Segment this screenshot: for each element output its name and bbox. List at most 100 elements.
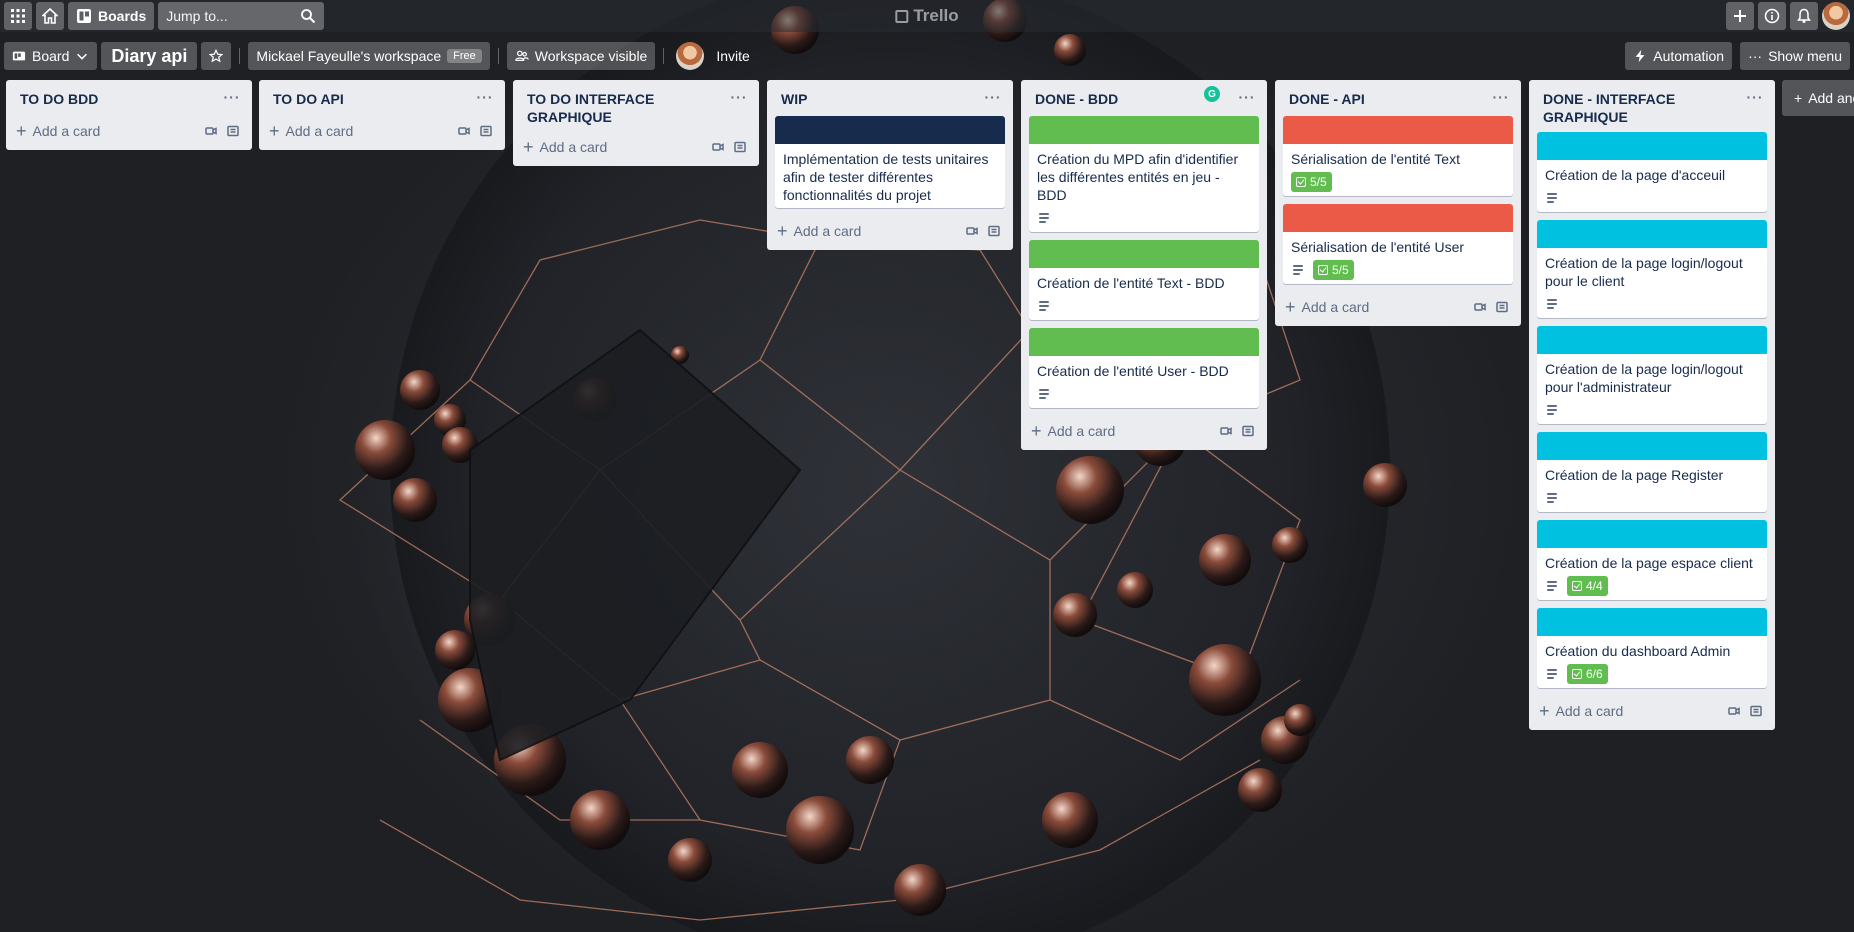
- create-button[interactable]: [1726, 2, 1754, 30]
- card[interactable]: Création de la page espace client 4/4: [1537, 520, 1767, 600]
- card-template-icon[interactable]: [707, 136, 729, 158]
- list-menu-icon[interactable]: ···: [220, 90, 244, 104]
- list-header[interactable]: TO DO INTERFACE GRAPHIQUE ···: [513, 80, 759, 132]
- list-menu-icon[interactable]: ···: [473, 90, 497, 104]
- list[interactable]: DONE - INTERFACE GRAPHIQUE ··· Création de…: [1529, 80, 1775, 730]
- divider: [663, 48, 665, 64]
- list-title[interactable]: TO DO BDD: [20, 90, 220, 108]
- add-card-button[interactable]: + Add a card: [523, 138, 707, 156]
- home-icon[interactable]: [36, 2, 64, 30]
- card-body: Création de l'entité Text - BDD: [1029, 268, 1259, 320]
- card[interactable]: Création de la page d'acceuil: [1537, 132, 1767, 212]
- card[interactable]: Implémentation de tests unitaires afin d…: [775, 116, 1005, 208]
- workspace-button[interactable]: Mickael Fayeulle's workspace Free: [248, 42, 490, 70]
- list-title[interactable]: TO DO API: [273, 90, 473, 108]
- list[interactable]: TO DO BDD ··· + Add a card: [6, 80, 252, 150]
- star-button[interactable]: [201, 42, 232, 70]
- list-header[interactable]: TO DO API ···: [259, 80, 505, 116]
- card[interactable]: Sérialisation de l'entité User 5/5: [1283, 204, 1513, 284]
- info-button[interactable]: [1758, 2, 1786, 30]
- create-from-template-icon[interactable]: [1237, 420, 1259, 442]
- list-title[interactable]: DONE - INTERFACE GRAPHIQUE: [1543, 90, 1743, 126]
- user-avatar[interactable]: [1822, 2, 1850, 30]
- list[interactable]: DONE - BDD ··· Création du MPD afin d'iden…: [1021, 80, 1267, 450]
- add-card-button[interactable]: + Add a card: [1285, 298, 1469, 316]
- description-icon: [1037, 387, 1053, 401]
- search-icon[interactable]: [300, 8, 316, 24]
- card[interactable]: Création de la page login/logout pour le…: [1537, 220, 1767, 318]
- create-from-template-icon[interactable]: [1745, 700, 1767, 722]
- card[interactable]: Création de la page Register: [1537, 432, 1767, 512]
- list[interactable]: WIP ··· Implémentation de tests unitaires …: [767, 80, 1013, 250]
- workspace-visible-icon: [515, 50, 529, 61]
- add-card-button[interactable]: + Add a card: [269, 122, 453, 140]
- create-from-template-icon[interactable]: [475, 120, 497, 142]
- member-avatar[interactable]: [676, 42, 705, 70]
- create-from-template-icon[interactable]: [983, 220, 1005, 242]
- card[interactable]: Création de l'entité Text - BDD: [1029, 240, 1259, 320]
- notifications-button[interactable]: [1790, 2, 1818, 30]
- add-card-label: Add a card: [1047, 423, 1116, 439]
- card-template-icon[interactable]: [1723, 700, 1745, 722]
- card[interactable]: Création du dashboard Admin 6/6: [1537, 608, 1767, 688]
- card-cover: [1283, 116, 1513, 144]
- boards-button[interactable]: Boards: [68, 2, 155, 30]
- invite-button[interactable]: Invite: [708, 42, 757, 70]
- board-header: Board Diary api Mickael Fayeulle's works…: [0, 40, 1854, 72]
- list[interactable]: DONE - API ··· Sérialisation de l'entité T…: [1275, 80, 1521, 326]
- list-menu-icon[interactable]: ···: [727, 90, 751, 104]
- card-template-icon[interactable]: [1469, 296, 1491, 318]
- board-view-switcher[interactable]: Board: [4, 42, 98, 70]
- automation-button[interactable]: Automation: [1625, 42, 1733, 70]
- card-cover: [1537, 432, 1767, 460]
- list-title[interactable]: WIP: [781, 90, 981, 108]
- card[interactable]: Création de l'entité User - BDD: [1029, 328, 1259, 408]
- card-body: Implémentation de tests unitaires afin d…: [775, 144, 1005, 208]
- board-title[interactable]: Diary api: [101, 42, 198, 70]
- search-input[interactable]: [166, 8, 287, 24]
- list-menu-icon[interactable]: ···: [981, 90, 1005, 104]
- create-from-template-icon[interactable]: [222, 120, 244, 142]
- list-header[interactable]: DONE - API ···: [1275, 80, 1521, 116]
- list-header[interactable]: WIP ···: [767, 80, 1013, 116]
- boards-icon: [77, 9, 91, 23]
- list-menu-icon[interactable]: ···: [1743, 90, 1767, 104]
- add-card-button[interactable]: + Add a card: [777, 222, 961, 240]
- add-list-button[interactable]: + Add another list: [1782, 80, 1854, 116]
- add-card-button[interactable]: + Add a card: [1539, 702, 1723, 720]
- plus-icon: +: [16, 121, 27, 141]
- list-menu-icon[interactable]: ···: [1235, 90, 1259, 104]
- card-template-icon[interactable]: [453, 120, 475, 142]
- list-header[interactable]: DONE - INTERFACE GRAPHIQUE ···: [1529, 80, 1775, 132]
- create-from-template-icon[interactable]: [729, 136, 751, 158]
- logo-text: Trello: [913, 6, 959, 25]
- list-header[interactable]: TO DO BDD ···: [6, 80, 252, 116]
- description-icon: [1545, 667, 1561, 681]
- apps-grid-icon[interactable]: [4, 2, 32, 30]
- show-menu-button[interactable]: ··· Show menu: [1740, 42, 1850, 70]
- card-template-icon[interactable]: [1215, 420, 1237, 442]
- card[interactable]: Création du MPD afin d'identifier les di…: [1029, 116, 1259, 232]
- card[interactable]: Création de la page login/logout pour l'…: [1537, 326, 1767, 424]
- list[interactable]: TO DO INTERFACE GRAPHIQUE ··· + Add a card: [513, 80, 759, 166]
- visibility-button[interactable]: Workspace visible: [506, 42, 656, 70]
- list-title[interactable]: DONE - API: [1289, 90, 1489, 108]
- add-card-button[interactable]: + Add a card: [1031, 422, 1215, 440]
- list-menu-icon[interactable]: ···: [1489, 90, 1513, 104]
- card-template-icon[interactable]: [200, 120, 222, 142]
- automation-label: Automation: [1653, 48, 1725, 64]
- list-footer: + Add a card: [767, 216, 1013, 246]
- add-card-button[interactable]: + Add a card: [16, 121, 200, 141]
- search-bar[interactable]: [158, 2, 325, 30]
- card-badges: [1037, 384, 1251, 404]
- list-title[interactable]: TO DO INTERFACE GRAPHIQUE: [527, 90, 727, 126]
- card[interactable]: Sérialisation de l'entité Text 5/5: [1283, 116, 1513, 196]
- create-from-template-icon[interactable]: [1491, 296, 1513, 318]
- card-template-icon[interactable]: [961, 220, 983, 242]
- checklist-count: 4/4: [1586, 579, 1603, 593]
- list[interactable]: TO DO API ··· + Add a card: [259, 80, 505, 150]
- grammarly-icon[interactable]: G: [1204, 86, 1220, 102]
- list-footer: + Add a card: [259, 116, 505, 146]
- trello-logo[interactable]: Trello: [895, 6, 959, 26]
- list-header[interactable]: DONE - BDD ···: [1021, 80, 1267, 116]
